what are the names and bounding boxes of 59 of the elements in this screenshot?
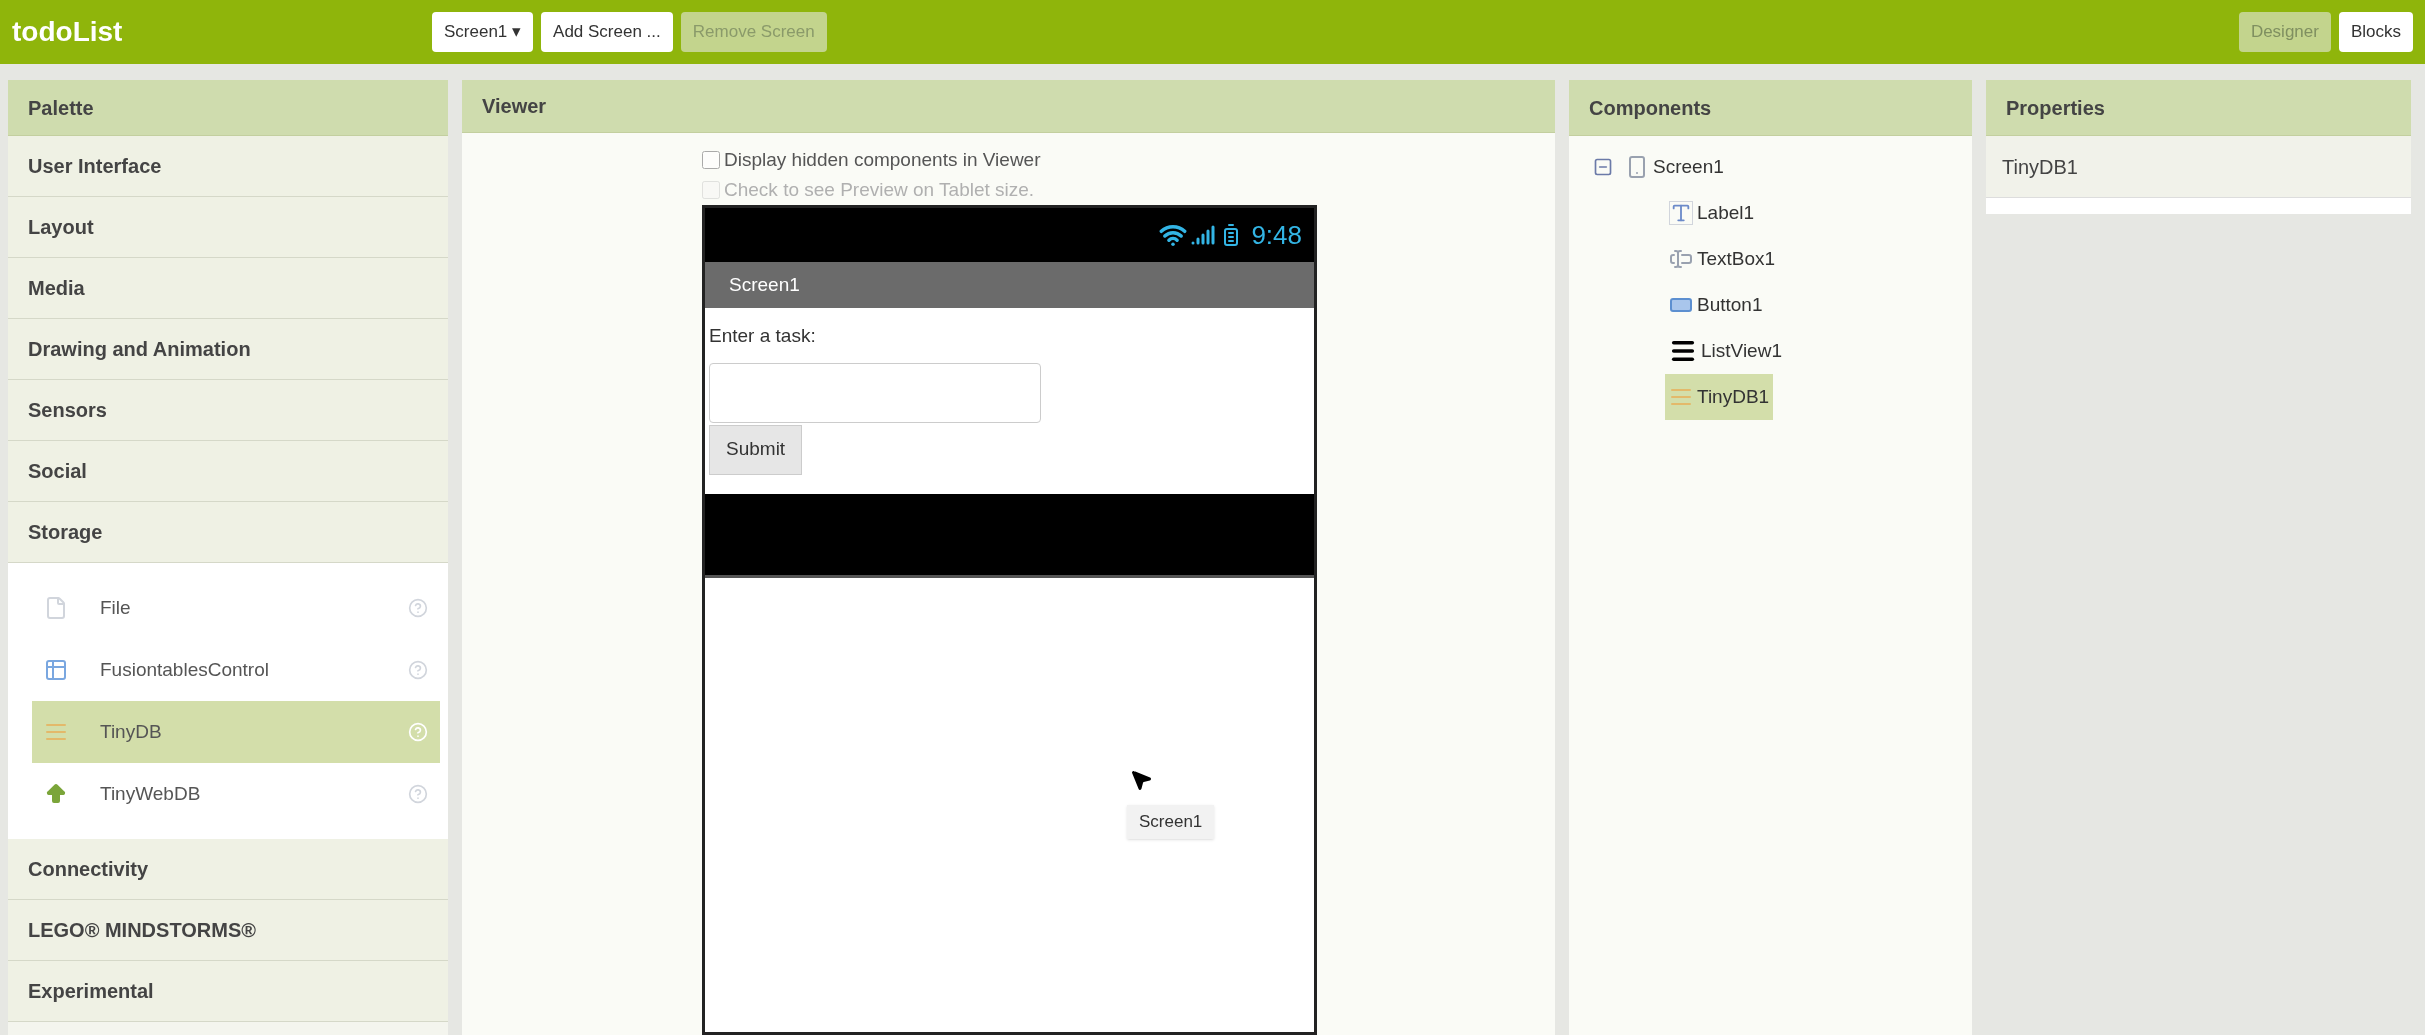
task-input[interactable] xyxy=(709,362,1041,423)
component-name: Button1 xyxy=(1697,292,1763,317)
palette-item[interactable]: TinyWebDB xyxy=(32,763,440,825)
tree-item[interactable]: Screen1 xyxy=(1621,144,1728,190)
palette-category[interactable]: LEGO® MINDSTORMS® xyxy=(8,900,448,961)
collapse-icon[interactable] xyxy=(1593,157,1613,177)
palette-category[interactable]: Storage xyxy=(8,502,448,563)
item-label: FusiontablesControl xyxy=(100,657,270,682)
palette-category[interactable]: Layout xyxy=(8,197,448,258)
option-label: Display hidden components in Viewer xyxy=(724,147,1041,172)
tree-item[interactable]: Label1 xyxy=(1665,190,1759,236)
tree-item[interactable]: TinyDB1 xyxy=(1665,374,1774,420)
selected-component: TinyDB1 xyxy=(1986,136,2411,198)
item-label: File xyxy=(100,595,132,620)
palette-item[interactable]: File xyxy=(32,577,440,639)
palette-category[interactable]: Media xyxy=(8,258,448,319)
palette-item[interactable]: FusiontablesControl xyxy=(32,639,440,701)
view-tab[interactable]: Blocks xyxy=(2338,12,2413,52)
palette-category[interactable]: Social xyxy=(8,441,448,502)
panel-header: Components xyxy=(1569,80,1972,136)
toolbar-button[interactable]: Screen1 ▾ xyxy=(432,12,534,52)
clock: 9:48 xyxy=(1251,218,1302,252)
panel-header: Properties xyxy=(1986,80,2411,136)
tree-item[interactable]: ListView1 xyxy=(1665,328,1786,374)
table-icon xyxy=(44,658,68,682)
checkbox[interactable] xyxy=(702,151,720,169)
panel-header: Viewer xyxy=(462,80,1555,133)
palette-category[interactable]: Drawing and Animation xyxy=(8,319,448,380)
submit-button[interactable]: Submit xyxy=(709,424,803,475)
help-icon[interactable] xyxy=(408,660,428,680)
tree-item[interactable]: Button1 xyxy=(1665,282,1767,328)
help-icon[interactable] xyxy=(408,598,428,618)
component-name: TinyDB1 xyxy=(1697,384,1770,409)
palette-category[interactable]: Experimental xyxy=(8,961,448,1022)
file-icon xyxy=(44,596,68,620)
signal-icon xyxy=(1191,223,1216,247)
item-label: TinyDB xyxy=(100,719,163,744)
screen-title-bar: Screen1 xyxy=(705,262,1314,308)
arrow-up-icon xyxy=(44,782,68,806)
palette-item[interactable]: TinyDB xyxy=(32,701,440,763)
label-icon xyxy=(1669,201,1693,225)
app-title: todoList xyxy=(12,15,124,49)
task-label: Enter a task: xyxy=(709,324,816,348)
toolbar-button[interactable]: Add Screen ... xyxy=(541,12,673,52)
help-icon[interactable] xyxy=(408,784,428,804)
textbox-icon xyxy=(1669,247,1693,271)
cursor-icon xyxy=(1129,768,1153,792)
tree-item[interactable]: TextBox1 xyxy=(1665,236,1780,282)
palette-category[interactable]: User Interface xyxy=(8,136,448,197)
component-name: ListView1 xyxy=(1701,338,1782,363)
option-label: Check to see Preview on Tablet size. xyxy=(724,177,1035,202)
panel-header: Palette xyxy=(8,80,448,136)
palette-category[interactable]: Sensors xyxy=(8,380,448,441)
component-name: TextBox1 xyxy=(1697,246,1776,271)
item-label: TinyWebDB xyxy=(100,781,202,806)
tooltip: Screen1 xyxy=(1127,805,1215,839)
palette-category[interactable]: Connectivity xyxy=(8,839,448,900)
component-name: Screen1 xyxy=(1653,154,1724,179)
component-name: Label1 xyxy=(1697,200,1755,225)
